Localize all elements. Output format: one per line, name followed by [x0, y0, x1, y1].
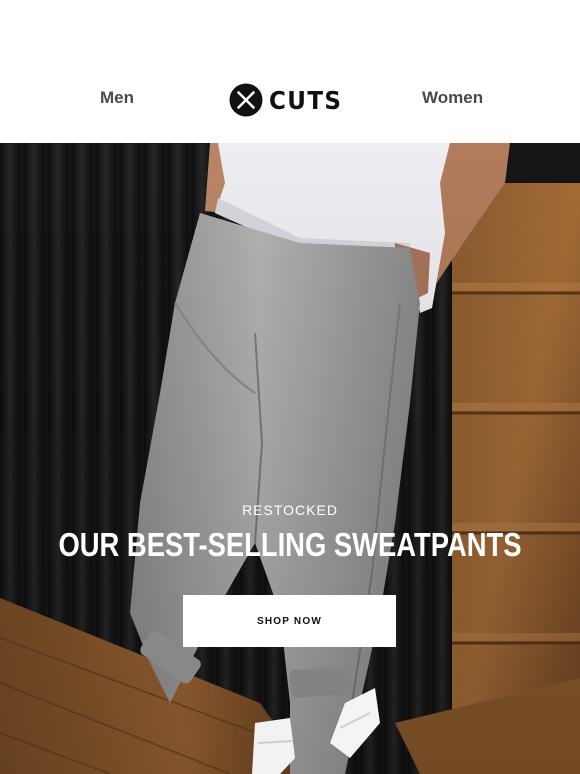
- hero-eyebrow: RESTOCKED: [242, 502, 338, 518]
- hero-photo-sweatpants: [0, 143, 580, 774]
- shop-now-button[interactable]: SHOP NOW: [183, 595, 396, 647]
- cuts-x-logo-icon: [229, 83, 263, 117]
- brand-logo[interactable]: CUTS: [229, 81, 349, 119]
- brand-wordmark: CUTS: [269, 85, 343, 115]
- hero-banner[interactable]: RESTOCKED OUR BEST-SELLING SWEATPANTS SH…: [0, 143, 580, 774]
- email-header: Men CUTS Women: [0, 0, 580, 143]
- hero-title: OUR BEST-SELLING SWEATPANTS: [58, 526, 522, 563]
- nav-link-men[interactable]: Men: [100, 88, 134, 108]
- nav-link-women[interactable]: Women: [422, 88, 483, 108]
